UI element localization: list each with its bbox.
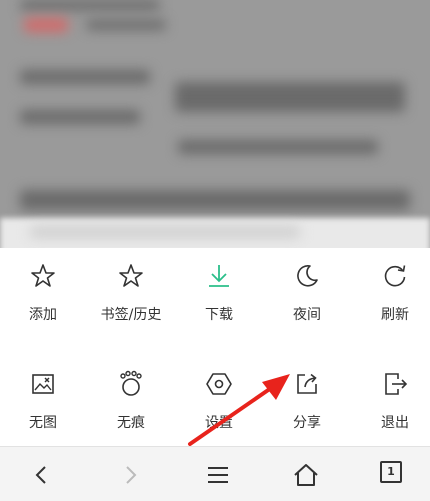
menu-item-label: 分享	[293, 415, 321, 431]
menu-item-label: 书签/历史	[100, 307, 162, 323]
star-outline-icon	[119, 264, 143, 287]
menu-item-no-image[interactable]: 无图	[0, 356, 86, 446]
home-button[interactable]	[286, 455, 326, 495]
menu-button[interactable]	[198, 455, 238, 495]
no-image-icon	[32, 374, 54, 394]
refresh-icon	[384, 265, 406, 287]
hexagon-settings-icon	[206, 373, 232, 395]
forward-button[interactable]	[110, 455, 150, 495]
menu-item-refresh[interactable]: 刷新	[352, 248, 430, 338]
menu-item-incognito[interactable]: 无痕	[88, 356, 174, 446]
menu-item-label: 添加	[29, 307, 57, 323]
share-icon	[297, 373, 317, 394]
menu-item-label: 退出	[381, 415, 409, 431]
menu-item-share[interactable]: 分享	[264, 356, 350, 446]
tabs-button[interactable]: 1	[374, 455, 414, 495]
home-icon	[294, 464, 318, 486]
menu-item-label: 设置	[205, 415, 233, 431]
hamburger-menu-icon	[208, 467, 228, 483]
browser-menu-panel: 添加 书签/历史 下载 夜间 刷新 无图 无痕 设置 分享 退出	[0, 248, 430, 448]
download-icon	[209, 265, 229, 287]
back-button[interactable]	[22, 455, 62, 495]
menu-item-night-mode[interactable]: 夜间	[264, 248, 350, 338]
exit-icon	[385, 373, 408, 395]
menu-item-label: 无痕	[117, 415, 145, 431]
menu-item-exit[interactable]: 退出	[352, 356, 430, 446]
menu-item-label: 下载	[205, 307, 233, 323]
menu-item-label: 无图	[29, 415, 57, 431]
menu-item-bookmarks-history[interactable]: 书签/历史	[88, 248, 174, 338]
tab-count-badge: 1	[380, 461, 402, 483]
menu-item-label: 夜间	[293, 307, 321, 323]
incognito-paw-icon	[120, 370, 142, 396]
menu-item-label: 刷新	[381, 307, 409, 323]
menu-item-settings[interactable]: 设置	[176, 356, 262, 446]
menu-row-1: 添加 书签/历史 下载 夜间 刷新	[0, 248, 430, 338]
blurred-page-content	[0, 0, 430, 255]
menu-item-download[interactable]: 下载	[176, 248, 262, 338]
menu-row-2: 无图 无痕 设置 分享 退出	[0, 356, 430, 446]
chevron-left-icon	[35, 466, 46, 484]
menu-item-add-bookmark[interactable]: 添加	[0, 248, 86, 338]
moon-icon	[297, 264, 318, 287]
chevron-right-icon	[126, 466, 137, 484]
star-outline-icon	[31, 264, 55, 287]
bottom-navigation-bar: 1	[0, 446, 430, 501]
